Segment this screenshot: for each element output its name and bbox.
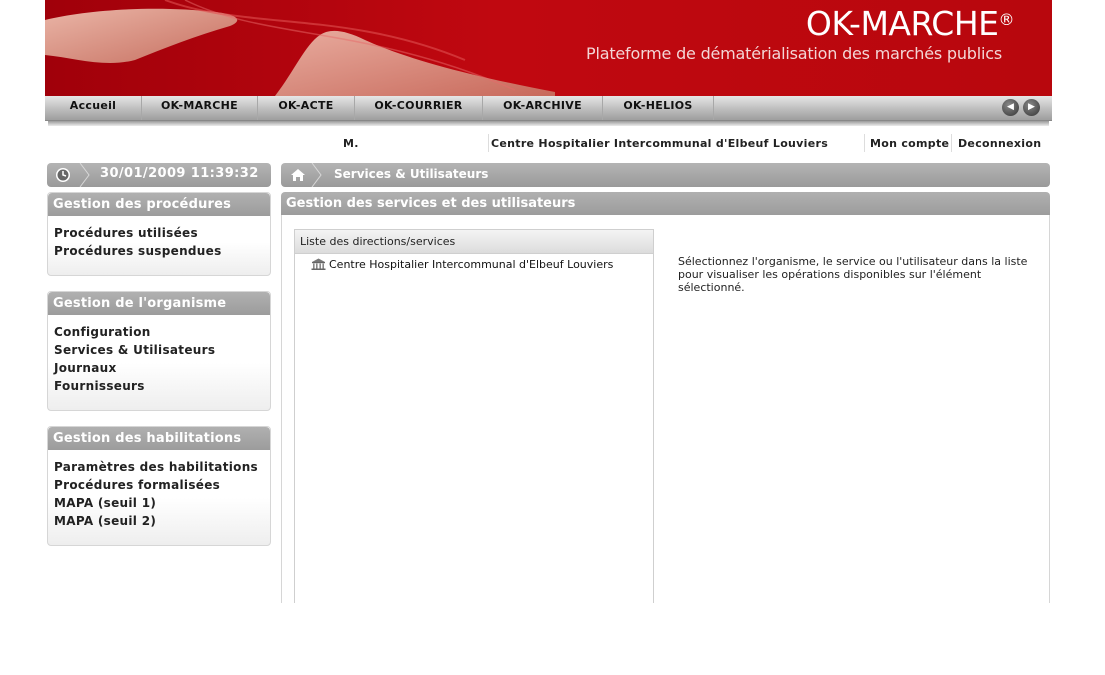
main-title: Gestion des services et des utilisateurs (281, 192, 1050, 215)
my-account-link[interactable]: Mon compte (870, 137, 949, 150)
home-icon[interactable] (290, 168, 306, 182)
breadcrumb: Services & Utilisateurs (281, 163, 1050, 187)
hands-illustration (45, 0, 555, 96)
section-title: Gestion des procédures (48, 193, 270, 216)
sidebar-item-procedures-formalisees[interactable]: Procédures formalisées (54, 478, 220, 492)
sidebar-item-mapa-seuil-1[interactable]: MAPA (seuil 1) (54, 496, 156, 510)
nav-accueil[interactable]: Accueil (45, 96, 142, 120)
divider (951, 134, 952, 152)
sidebar-item-parametres-habilitations[interactable]: Paramètres des habilitations (54, 460, 258, 474)
sidebar-item-services-utilisateurs[interactable]: Services & Utilisateurs (54, 343, 215, 357)
sidebar-item-fournisseurs[interactable]: Fournisseurs (54, 379, 145, 393)
current-datetime: 30/01/2009 11:39:32 (100, 166, 259, 181)
divider (864, 134, 865, 152)
sidebar-item-mapa-seuil-2[interactable]: MAPA (seuil 2) (54, 514, 156, 528)
breadcrumb-current: Services & Utilisateurs (334, 167, 489, 181)
sidebar-item-procedures-utilisees[interactable]: Procédures utilisées (54, 226, 198, 240)
clock-icon (56, 168, 70, 182)
brand-tagline: Plateforme de dématérialisation des marc… (586, 44, 1002, 63)
sidebar-item-journaux[interactable]: Journaux (54, 361, 117, 375)
main-nav: Accueil OK-MARCHE OK-ACTE OK-COURRIER OK… (45, 96, 1052, 121)
user-name: M. (343, 137, 359, 150)
nav-ok-helios[interactable]: OK-HELIOS (603, 96, 714, 120)
organisation-name: Centre Hospitalier Intercommunal d'Elbeu… (491, 137, 829, 150)
nav-shadow (48, 121, 1049, 126)
sidebar-item-configuration[interactable]: Configuration (54, 325, 151, 339)
divider (488, 134, 489, 152)
tree-node-root[interactable]: Centre Hospitalier Intercommunal d'Elbeu… (311, 258, 613, 271)
tree-node-label: Centre Hospitalier Intercommunal d'Elbeu… (329, 258, 614, 271)
nav-ok-acte[interactable]: OK-ACTE (258, 96, 355, 120)
sidebar-section-procedures: Gestion des procédures Procédures utilis… (47, 192, 271, 276)
header-banner: OK-MARCHE® Plateforme de dématérialisati… (45, 0, 1052, 96)
nav-ok-courrier[interactable]: OK-COURRIER (355, 96, 483, 120)
info-text: Sélectionnez l'organisme, le service ou … (678, 255, 1028, 294)
section-title: Gestion de l'organisme (48, 292, 270, 315)
sidebar-item-procedures-suspendues[interactable]: Procédures suspendues (54, 244, 222, 258)
sidebar-section-habilitations: Gestion des habilitations Paramètres des… (47, 426, 271, 546)
brand-title: OK-MARCHE® (805, 4, 1015, 43)
tree-header: Liste des directions/services (295, 230, 653, 254)
chevron-divider-icon (79, 163, 90, 187)
logout-link[interactable]: Deconnexion (958, 137, 1041, 150)
chevron-divider-icon (311, 163, 322, 187)
building-icon (311, 258, 326, 270)
nav-ok-marche[interactable]: OK-MARCHE (142, 96, 258, 120)
sidebar-section-organisme: Gestion de l'organisme Configuration Ser… (47, 291, 271, 411)
section-title: Gestion des habilitations (48, 427, 270, 450)
arrow-left-icon[interactable]: ◀ (1002, 99, 1019, 116)
arrow-right-icon[interactable]: ▶ (1023, 99, 1040, 116)
clock-bar: 30/01/2009 11:39:32 (47, 163, 271, 187)
nav-ok-archive[interactable]: OK-ARCHIVE (483, 96, 603, 120)
services-tree: Liste des directions/services Centre Hos… (294, 229, 654, 603)
